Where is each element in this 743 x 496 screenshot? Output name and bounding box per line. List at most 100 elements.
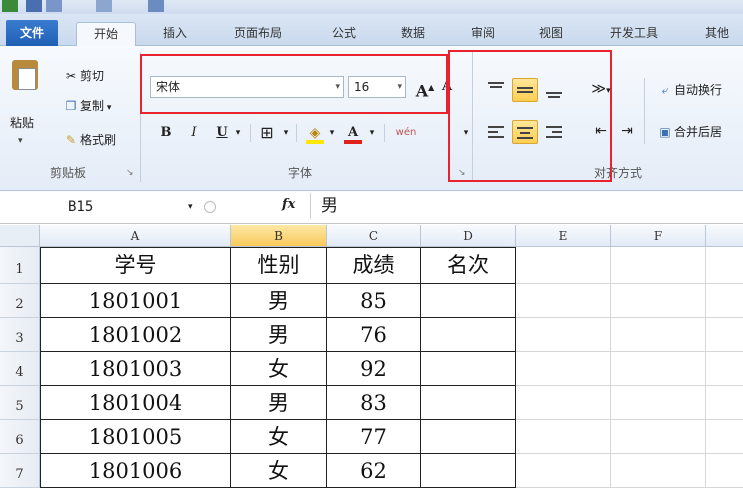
tab-view[interactable]: 视图: [528, 22, 574, 46]
row-header-4[interactable]: 4: [0, 352, 40, 386]
excel-app-icon[interactable]: [2, 0, 18, 12]
cell-d7[interactable]: [421, 454, 516, 488]
align-middle-button[interactable]: [512, 78, 538, 102]
tab-home[interactable]: 开始: [76, 22, 136, 47]
paste-button[interactable]: 粘贴 ▾: [6, 56, 46, 154]
customize-qat-icon[interactable]: [148, 0, 164, 12]
cell-d6[interactable]: [421, 420, 516, 454]
align-bottom-button[interactable]: [542, 78, 568, 102]
copy-dropdown-icon[interactable]: ▾: [104, 103, 112, 113]
decrease-indent-button[interactable]: ⇤: [590, 120, 612, 142]
font-color-button[interactable]: A: [342, 122, 364, 144]
cell-f4[interactable]: [611, 352, 706, 386]
row-header-5[interactable]: 5: [0, 386, 40, 420]
cell-c6[interactable]: 77: [327, 420, 421, 454]
column-header-b[interactable]: B: [231, 225, 327, 247]
tab-data[interactable]: 数据: [390, 22, 436, 46]
cut-button[interactable]: ✂ 剪切: [62, 66, 104, 86]
redo-icon[interactable]: [96, 0, 112, 12]
cell-f2[interactable]: [611, 284, 706, 318]
cell-a3[interactable]: 1801002: [40, 318, 231, 352]
cell-g7[interactable]: [706, 454, 743, 488]
chevron-down-icon[interactable]: ▾: [188, 196, 193, 218]
cell-g5[interactable]: [706, 386, 743, 420]
chevron-down-icon[interactable]: ▾: [335, 77, 340, 97]
column-header-a[interactable]: A: [40, 225, 231, 247]
cell-a7[interactable]: 1801006: [40, 454, 231, 488]
cell-f5[interactable]: [611, 386, 706, 420]
cell-b7[interactable]: 女: [231, 454, 327, 488]
align-right-button[interactable]: [542, 120, 568, 144]
chevron-down-icon[interactable]: ▾: [366, 122, 378, 144]
formula-input[interactable]: 男: [310, 193, 743, 219]
row-header-1[interactable]: 1: [0, 247, 40, 284]
cell-e3[interactable]: [516, 318, 611, 352]
tab-other[interactable]: 其他: [694, 22, 740, 46]
column-header-d[interactable]: D: [421, 225, 516, 247]
cell-e4[interactable]: [516, 352, 611, 386]
cell-c3[interactable]: 76: [327, 318, 421, 352]
cell-g4[interactable]: [706, 352, 743, 386]
merge-center-button[interactable]: ▣ 合并后居: [656, 122, 722, 142]
cell-a2[interactable]: 1801001: [40, 284, 231, 318]
tab-developer[interactable]: 开发工具: [594, 22, 674, 46]
cell-c7[interactable]: 62: [327, 454, 421, 488]
cell-a1[interactable]: 学号: [40, 247, 231, 284]
cell-e1[interactable]: [516, 247, 611, 284]
copy-button[interactable]: ❐ 复制 ▾: [62, 96, 112, 116]
cell-g1[interactable]: [706, 247, 743, 284]
cell-c5[interactable]: 83: [327, 386, 421, 420]
cell-c2[interactable]: 85: [327, 284, 421, 318]
align-center-button[interactable]: [512, 120, 538, 144]
cell-g6[interactable]: [706, 420, 743, 454]
cell-b3[interactable]: 男: [231, 318, 327, 352]
bold-button[interactable]: B: [156, 122, 176, 144]
orientation-button[interactable]: ≫▾: [586, 78, 616, 100]
chevron-down-icon[interactable]: ▾: [232, 122, 244, 144]
cell-d5[interactable]: [421, 386, 516, 420]
cell-a4[interactable]: 1801003: [40, 352, 231, 386]
tab-insert[interactable]: 插入: [152, 22, 198, 46]
save-icon[interactable]: [26, 0, 42, 12]
cell-e5[interactable]: [516, 386, 611, 420]
paste-dropdown-icon[interactable]: ▾: [18, 136, 23, 146]
cell-a6[interactable]: 1801005: [40, 420, 231, 454]
chevron-down-icon[interactable]: ▾: [280, 122, 292, 144]
row-header-7[interactable]: 7: [0, 454, 40, 488]
cell-e6[interactable]: [516, 420, 611, 454]
tab-file[interactable]: 文件: [6, 20, 58, 46]
cell-d4[interactable]: [421, 352, 516, 386]
select-all-corner[interactable]: [0, 225, 40, 247]
align-left-button[interactable]: [484, 120, 510, 144]
resize-handle-icon[interactable]: [204, 201, 216, 213]
column-header-e[interactable]: E: [516, 225, 611, 247]
align-top-button[interactable]: [484, 78, 510, 102]
cell-c4[interactable]: 92: [327, 352, 421, 386]
cell-b4[interactable]: 女: [231, 352, 327, 386]
cell-f7[interactable]: [611, 454, 706, 488]
cell-d2[interactable]: [421, 284, 516, 318]
chevron-down-icon[interactable]: ▾: [397, 77, 402, 97]
name-box[interactable]: B15: [0, 196, 200, 218]
cell-c1[interactable]: 成绩: [327, 247, 421, 284]
grow-font-button[interactable]: A▲: [414, 76, 436, 100]
wrap-text-button[interactable]: ⤶ 自动换行: [656, 80, 722, 100]
insert-function-icon[interactable]: fx: [282, 197, 295, 212]
chevron-down-icon[interactable]: ▾: [326, 122, 338, 144]
font-name-field[interactable]: 宋体 ▾: [150, 76, 344, 98]
cell-d3[interactable]: [421, 318, 516, 352]
cell-a5[interactable]: 1801004: [40, 386, 231, 420]
cell-b5[interactable]: 男: [231, 386, 327, 420]
undo-icon[interactable]: [46, 0, 62, 12]
cell-d1[interactable]: 名次: [421, 247, 516, 284]
tab-review[interactable]: 审阅: [460, 22, 506, 46]
underline-button[interactable]: U: [212, 122, 232, 144]
fill-color-button[interactable]: ◈: [304, 122, 326, 144]
cell-g2[interactable]: [706, 284, 743, 318]
clipboard-launcher-icon[interactable]: ↘: [126, 168, 134, 178]
borders-button[interactable]: ⊞: [256, 122, 278, 144]
cell-f1[interactable]: [611, 247, 706, 284]
shrink-font-button[interactable]: A: [438, 76, 456, 98]
row-header-6[interactable]: 6: [0, 420, 40, 454]
cell-b1[interactable]: 性别: [231, 247, 327, 284]
